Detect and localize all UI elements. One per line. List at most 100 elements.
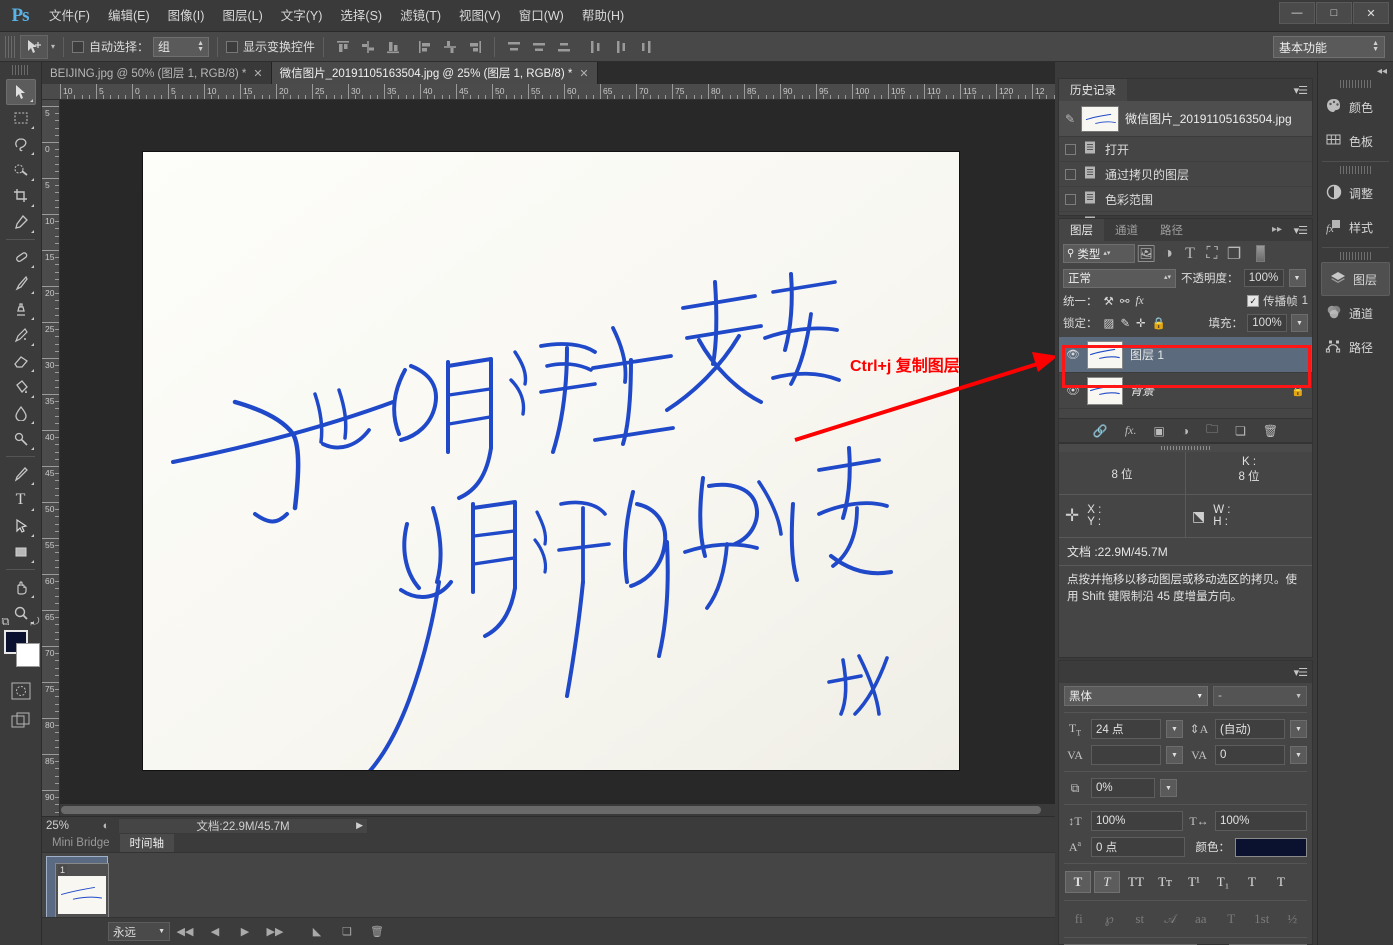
- opentype-button-6[interactable]: 1st: [1249, 908, 1275, 930]
- crop-tool[interactable]: [6, 183, 36, 209]
- marquee-tool[interactable]: [6, 105, 36, 131]
- layer-row[interactable]: 👁 背景 🔒: [1059, 373, 1312, 409]
- panel-drag-handle[interactable]: [1059, 444, 1312, 452]
- distribute-bottom-edges-icon[interactable]: [553, 36, 575, 58]
- zoom-level[interactable]: 25%: [42, 820, 94, 832]
- leading-field[interactable]: (自动): [1215, 719, 1285, 739]
- unify-position-icon[interactable]: ⚒: [1104, 294, 1114, 308]
- select-first-frame-button[interactable]: ◀◀: [170, 920, 200, 944]
- rail-item-通道[interactable]: 通道: [1318, 296, 1393, 330]
- auto-select-dropdown[interactable]: 组 ▲ ▼: [153, 36, 210, 57]
- document-size-field[interactable]: 文档:22.9M/45.7M ▶: [118, 817, 368, 834]
- menu-item-2[interactable]: 图像(I): [159, 0, 214, 32]
- history-item[interactable]: 打开: [1059, 137, 1312, 162]
- panel-menu-icon[interactable]: ▾☰: [1294, 224, 1308, 237]
- opentype-button-1[interactable]: ℘: [1097, 908, 1123, 930]
- menu-item-6[interactable]: 滤镜(T): [391, 0, 450, 32]
- shape-tool[interactable]: [6, 539, 36, 565]
- tsume-dropdown-button[interactable]: ▼: [1160, 779, 1177, 797]
- rail-group-grip[interactable]: [1340, 252, 1371, 260]
- hand-tool[interactable]: [6, 574, 36, 600]
- history-snapshot-checkbox[interactable]: [1065, 168, 1076, 180]
- chevron-right-icon[interactable]: ▶: [356, 820, 363, 831]
- history-brush-tool[interactable]: [6, 322, 36, 348]
- align-bottom-edges-icon[interactable]: [382, 36, 404, 58]
- history-snapshot-checkbox[interactable]: [1065, 193, 1076, 205]
- opentype-button-2[interactable]: st: [1127, 908, 1153, 930]
- select-previous-frame-button[interactable]: ◀: [200, 920, 230, 944]
- font-style-button-7[interactable]: T: [1268, 871, 1294, 893]
- opacity-slider-button[interactable]: ▼: [1288, 269, 1306, 287]
- show-transform-checkbox[interactable]: [226, 40, 239, 53]
- add-layer-mask-icon[interactable]: ▣: [1154, 424, 1165, 438]
- layer-row[interactable]: 👁 图层 1: [1059, 337, 1312, 373]
- opentype-button-7[interactable]: ½: [1280, 908, 1306, 930]
- unify-style-icon[interactable]: fx: [1135, 295, 1143, 307]
- path-selection-tool[interactable]: [6, 513, 36, 539]
- timeline-tab-1[interactable]: 时间轴: [119, 834, 175, 852]
- leading-dropdown-button[interactable]: ▼: [1290, 720, 1307, 738]
- duplicate-frame-button[interactable]: ❏: [332, 920, 362, 944]
- align-vertical-centers-icon[interactable]: [357, 36, 379, 58]
- tracking-field[interactable]: 0: [1215, 745, 1285, 765]
- opentype-button-0[interactable]: fi: [1066, 908, 1092, 930]
- lasso-tool[interactable]: [6, 131, 36, 157]
- tab-history[interactable]: 历史记录: [1059, 79, 1127, 101]
- fill-value[interactable]: 100%: [1247, 314, 1287, 332]
- type-tool[interactable]: T: [6, 487, 36, 513]
- propagate-checkbox[interactable]: ✓: [1247, 295, 1260, 307]
- close-tab-icon[interactable]: ✕: [253, 67, 262, 80]
- vertical-ruler[interactable]: 5 0 5 10 15 20 25 30 35 40 45 50 55 60 65 70 75 80 85 90: [42, 100, 60, 816]
- panel-menu-icon[interactable]: ▾☰: [1294, 84, 1308, 97]
- rail-item-路径[interactable]: 路径: [1318, 330, 1393, 364]
- font-style-button-1[interactable]: T: [1094, 871, 1120, 893]
- preview-icon[interactable]: ◐: [94, 820, 118, 832]
- timeline-tab-0[interactable]: Mini Bridge: [42, 834, 120, 852]
- filter-shape-icon[interactable]: ⛶: [1201, 244, 1223, 264]
- align-top-edges-icon[interactable]: [332, 36, 354, 58]
- rail-item-色板[interactable]: 色板: [1318, 124, 1393, 158]
- auto-select-checkbox[interactable]: [72, 40, 85, 53]
- distribute-left-edges-icon[interactable]: [585, 36, 607, 58]
- kerning-dropdown-button[interactable]: ▼: [1166, 746, 1183, 764]
- menu-item-1[interactable]: 编辑(E): [99, 0, 159, 32]
- filter-toggle-switch[interactable]: [1249, 244, 1271, 264]
- eraser-tool[interactable]: [6, 348, 36, 374]
- rail-item-调整[interactable]: 调整: [1318, 176, 1393, 210]
- panel-menu-icon[interactable]: ▾☰: [1294, 666, 1308, 679]
- menu-item-8[interactable]: 窗口(W): [510, 0, 573, 32]
- history-snapshot-checkbox[interactable]: [1065, 143, 1076, 155]
- animation-frame[interactable]: 1: [55, 863, 109, 925]
- menu-item-3[interactable]: 图层(L): [213, 0, 271, 32]
- horizontal-scale-field[interactable]: 100%: [1215, 811, 1307, 831]
- canvas-area[interactable]: [60, 100, 1055, 816]
- opentype-button-3[interactable]: 𝒜: [1158, 908, 1184, 930]
- background-color-swatch[interactable]: [15, 643, 40, 667]
- select-next-frame-button[interactable]: ▶▶: [260, 920, 290, 944]
- tool-preset-caret-icon[interactable]: ▾: [51, 42, 55, 51]
- horizontal-ruler[interactable]: 10 5 0 5 10 15 20 25 30 35 40 45 50 55 60 65 70 75 80 85 90 9…: [42, 84, 1055, 100]
- kerning-field[interactable]: [1091, 745, 1161, 765]
- menu-item-0[interactable]: 文件(F): [40, 0, 99, 32]
- unify-visibility-icon[interactable]: ⚯: [1120, 294, 1130, 308]
- scrollbar-thumb[interactable]: [61, 806, 1041, 814]
- brush-tool[interactable]: [6, 270, 36, 296]
- lock-all-icon[interactable]: 🔒: [1152, 316, 1166, 330]
- filter-type-text-icon[interactable]: T: [1179, 244, 1201, 264]
- history-item[interactable]: 色彩范围: [1059, 187, 1312, 212]
- font-style-dropdown[interactable]: - ▼: [1213, 686, 1307, 706]
- layer-style-icon[interactable]: fx.: [1125, 423, 1137, 438]
- align-left-edges-icon[interactable]: [414, 36, 436, 58]
- text-color-swatch[interactable]: [1235, 837, 1307, 857]
- distribute-horizontal-centers-icon[interactable]: [610, 36, 632, 58]
- document-image[interactable]: [143, 152, 959, 770]
- history-snapshot[interactable]: ✎ 微信图片_20191105163504.jpg: [1059, 101, 1312, 137]
- lock-image-icon[interactable]: ✎: [1120, 316, 1130, 330]
- distribute-vertical-centers-icon[interactable]: [528, 36, 550, 58]
- maximize-button[interactable]: □: [1316, 2, 1352, 24]
- filter-pixel-icon[interactable]: 🖼: [1135, 244, 1157, 264]
- canvas-horizontal-scrollbar[interactable]: [60, 804, 1055, 816]
- layers-tab-路径[interactable]: 路径: [1149, 219, 1194, 241]
- play-animation-button[interactable]: ▶: [230, 920, 260, 944]
- font-size-field[interactable]: 24 点: [1091, 719, 1161, 739]
